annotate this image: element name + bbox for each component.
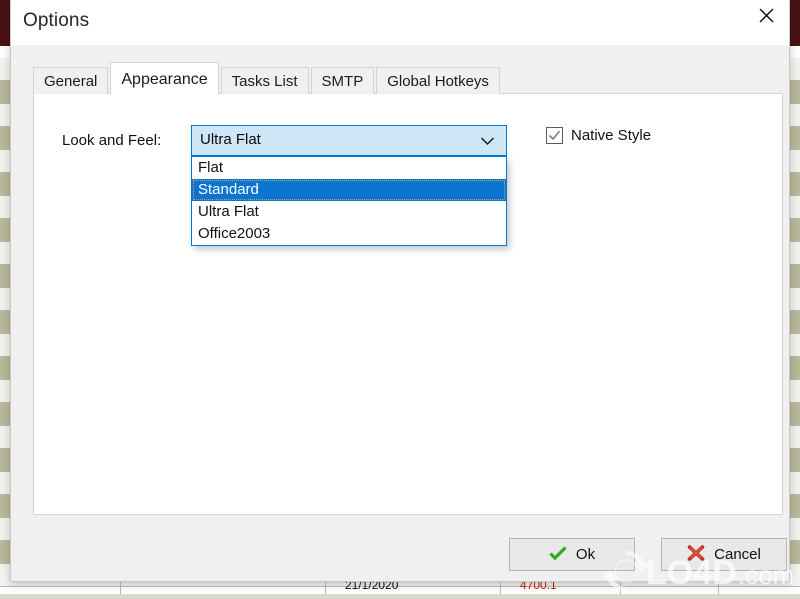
close-icon[interactable] bbox=[743, 0, 789, 30]
dropdown-option-standard[interactable]: Standard bbox=[192, 179, 506, 201]
red-x-icon bbox=[687, 544, 705, 565]
look-and-feel-label: Look and Feel: bbox=[62, 132, 162, 149]
ok-button[interactable]: Ok bbox=[509, 538, 635, 571]
options-dialog: Options General Appearance Tasks List SMTP G… bbox=[10, 0, 790, 582]
dropdown-option-ultra-flat[interactable]: Ultra Flat bbox=[192, 201, 506, 223]
tabstrip: General Appearance Tasks List SMTP Global Ho… bbox=[33, 62, 502, 95]
green-check-icon bbox=[549, 545, 567, 564]
checkmark-icon bbox=[548, 130, 561, 141]
tab-global-hotkeys[interactable]: Global Hotkeys bbox=[376, 67, 500, 94]
cancel-button-label: Cancel bbox=[714, 546, 761, 563]
native-style-label: Native Style bbox=[571, 127, 652, 144]
look-and-feel-value: Ultra Flat bbox=[200, 131, 261, 148]
dropdown-option-flat[interactable]: Flat bbox=[192, 157, 506, 179]
dialog-titlebar: Options bbox=[11, 0, 789, 45]
dropdown-option-office2003[interactable]: Office2003 bbox=[192, 223, 506, 245]
chevron-down-icon[interactable] bbox=[476, 126, 498, 155]
ok-button-label: Ok bbox=[575, 546, 596, 563]
tab-tasks-list[interactable]: Tasks List bbox=[220, 67, 309, 94]
tab-panel-appearance: Look and Feel: Ultra Flat Flat Standard Ul… bbox=[33, 93, 783, 515]
tab-appearance[interactable]: Appearance bbox=[110, 62, 219, 95]
native-style-checkbox[interactable]: Native Style bbox=[546, 127, 651, 144]
look-and-feel-combobox[interactable]: Ultra Flat bbox=[191, 125, 507, 156]
look-and-feel-dropdown-list[interactable]: Flat Standard Ultra Flat Office2003 bbox=[191, 156, 507, 246]
tab-general[interactable]: General bbox=[33, 67, 109, 94]
cancel-button[interactable]: Cancel bbox=[661, 538, 787, 571]
tab-smtp[interactable]: SMTP bbox=[310, 67, 375, 94]
dialog-title: Options bbox=[23, 10, 90, 31]
checkbox-box[interactable] bbox=[546, 127, 563, 144]
